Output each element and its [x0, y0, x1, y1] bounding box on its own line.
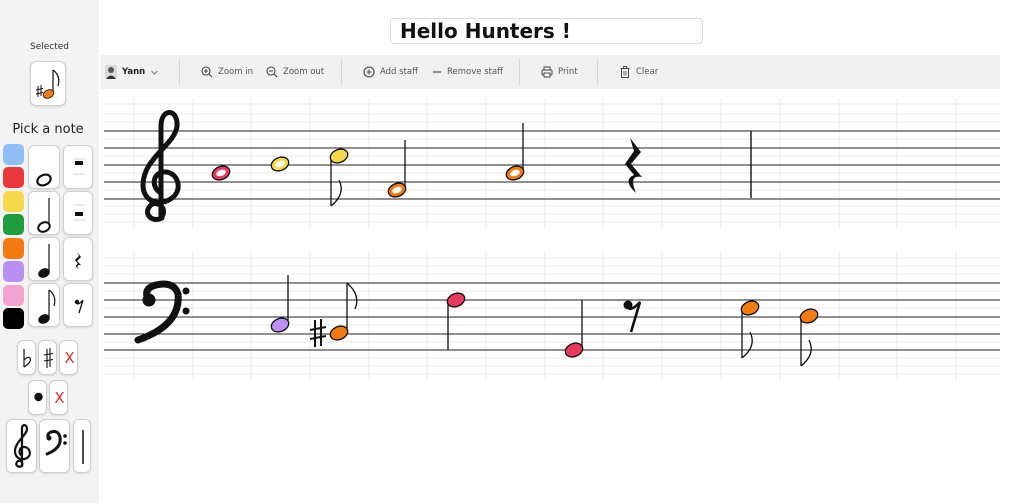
bass-clef-button[interactable]: [39, 419, 70, 473]
sharp-accidental: [309, 319, 327, 347]
color-swatch-pink[interactable]: [3, 285, 24, 306]
user-avatar-icon: [105, 65, 117, 79]
bass-staff-lines: [104, 282, 1000, 351]
treble-staff: [104, 110, 1000, 222]
barline-icon: [82, 430, 84, 464]
palette-sidebar: Selected Pick a note X X: [0, 0, 99, 503]
zoom-in-icon: [201, 66, 213, 78]
chevron-down-icon: [151, 70, 159, 75]
clear-dot-button[interactable]: X: [49, 380, 68, 415]
add-staff-label: Add staff: [380, 67, 418, 77]
plus-circle-icon: [363, 66, 375, 78]
clear-accidental-button[interactable]: X: [59, 340, 78, 375]
remove-icon: X: [64, 349, 75, 367]
color-swatch-yellow[interactable]: [3, 191, 24, 212]
trash-icon: [620, 66, 630, 78]
dot-icon: [34, 392, 43, 402]
rest-quarter-button[interactable]: [63, 237, 93, 281]
zoom-in-label: Zoom in: [218, 67, 253, 77]
half-rest-icon: [73, 204, 85, 221]
rest-whole-button[interactable]: [63, 145, 93, 189]
score-canvas[interactable]: [100, 95, 1000, 385]
whole-note-icon: [36, 173, 52, 187]
toolbar-divider: [341, 59, 342, 85]
color-swatch-blue[interactable]: [3, 144, 24, 165]
clear-button[interactable]: Clear: [619, 64, 658, 80]
toolbar-divider: [179, 59, 180, 85]
treble-clef-button[interactable]: [6, 419, 37, 473]
printer-icon: [541, 66, 553, 78]
placed-note[interactable]: [210, 164, 232, 183]
remove-staff-label: Remove staff: [447, 67, 504, 77]
user-name: Yann: [122, 67, 146, 77]
flat-button[interactable]: [17, 340, 36, 375]
zoom-out-button[interactable]: Zoom out: [266, 64, 324, 80]
bass-clef-icon: [45, 430, 67, 456]
placed-note[interactable]: [309, 282, 358, 347]
zoom-out-label: Zoom out: [283, 67, 325, 77]
note-half-button[interactable]: [28, 191, 60, 235]
sharp-icon: [43, 348, 54, 368]
placed-note[interactable]: [269, 275, 291, 334]
color-swatch-orange[interactable]: [3, 238, 24, 259]
selected-note-preview: [30, 61, 66, 106]
quarter-note-icon: [38, 244, 50, 278]
color-swatch-red[interactable]: [3, 167, 24, 188]
sharp-eighth-note-icon: [35, 69, 60, 99]
sharp-button[interactable]: [38, 340, 57, 375]
half-note-icon: [37, 198, 51, 233]
minus-icon: [433, 71, 441, 73]
placed-note[interactable]: [386, 140, 408, 199]
bass-clef-icon: [134, 280, 190, 344]
toolbar-divider: [597, 59, 598, 85]
placed-note[interactable]: [563, 300, 585, 359]
eighth-rest-symbol: [623, 300, 642, 333]
staff-grid: [104, 98, 1000, 381]
placed-note[interactable]: [445, 291, 467, 350]
whole-rest-icon: [73, 158, 85, 175]
zoom-out-icon: [266, 66, 278, 78]
placed-note[interactable]: [798, 307, 820, 367]
dot-button[interactable]: [28, 380, 47, 415]
note-eighth-button[interactable]: [28, 283, 60, 327]
quarter-rest-icon: [75, 252, 81, 269]
note-quarter-button[interactable]: [28, 237, 60, 281]
selected-label: Selected: [29, 42, 69, 52]
add-staff-button[interactable]: Add staff: [363, 64, 418, 80]
treble-clef-icon: [13, 424, 31, 468]
clear-label: Clear: [636, 67, 659, 77]
treble-clef-icon: [140, 110, 181, 222]
remove-icon: X: [54, 389, 65, 407]
color-swatch-green[interactable]: [3, 214, 24, 235]
color-swatch-violet[interactable]: [3, 261, 24, 282]
flat-icon: [23, 349, 31, 368]
note-whole-button[interactable]: [28, 145, 60, 189]
placed-note[interactable]: [328, 147, 350, 207]
placed-note[interactable]: [504, 123, 526, 182]
rest-eighth-button[interactable]: [63, 283, 93, 327]
toolbar: Yann Zoom in Zoom out Add staff Remove s…: [100, 55, 1000, 89]
barline-button[interactable]: [73, 419, 91, 473]
print-button[interactable]: Print: [541, 64, 578, 80]
remove-staff-button[interactable]: Remove staff: [432, 64, 503, 80]
bass-staff: [104, 275, 1000, 367]
eighth-note-icon: [38, 289, 56, 324]
eighth-rest-icon: [74, 299, 84, 314]
rest-half-button[interactable]: [63, 191, 93, 235]
pick-note-heading: Pick a note: [12, 122, 84, 137]
color-swatch-black[interactable]: [3, 308, 24, 329]
zoom-in-button[interactable]: Zoom in: [201, 64, 253, 80]
user-menu[interactable]: Yann: [105, 64, 159, 80]
placed-note[interactable]: [269, 155, 291, 174]
toolbar-divider: [519, 59, 520, 85]
print-label: Print: [558, 67, 578, 77]
score-title-input[interactable]: Hello Hunters !: [390, 18, 703, 44]
treble-staff-lines: [104, 130, 1000, 200]
placed-note[interactable]: [739, 299, 761, 359]
